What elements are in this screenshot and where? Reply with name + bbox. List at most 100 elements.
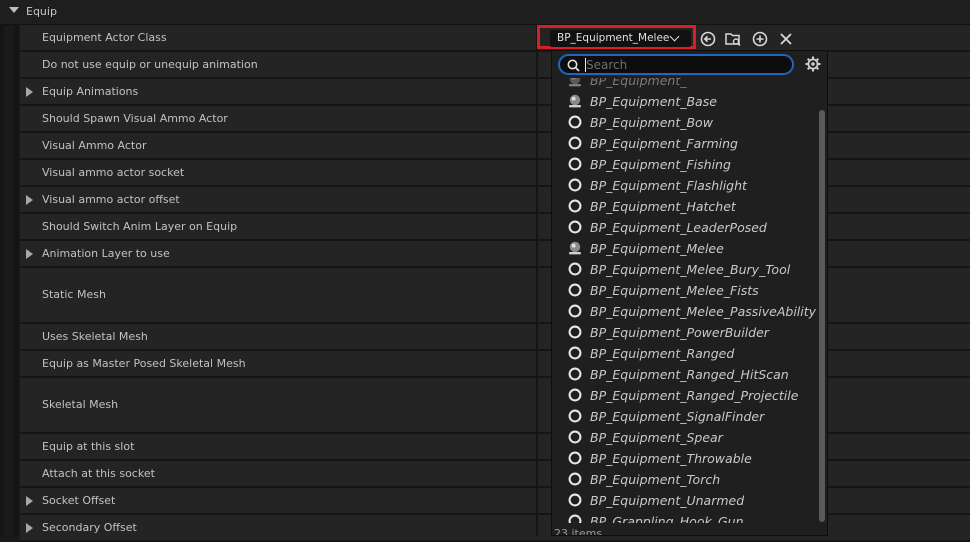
class-name: BP_Equipment_Base [590, 94, 717, 109]
section-title: Equip [26, 5, 57, 18]
class-list-item[interactable]: BP_Equipment_Melee_Fists [552, 280, 818, 301]
class-name: BP_Equipment_Unarmed [590, 493, 745, 508]
property-label: Equip as Master Posed Skeletal Mesh [42, 356, 246, 370]
blueprint-class-icon [568, 115, 582, 129]
collapse-arrow-icon[interactable] [9, 7, 19, 13]
search-placeholder: Search [586, 58, 628, 72]
class-list-item[interactable]: BP_Equipment_Bow [552, 112, 818, 133]
class-list-item[interactable]: BP_Grappling_Hook_Gun [552, 511, 818, 523]
class-name: BP_Equipment_Melee [590, 241, 724, 256]
class-list-item[interactable]: BP_Equipment_Melee [552, 238, 818, 259]
class-list-item[interactable]: BP_Equipment_SignalFinder [552, 406, 818, 427]
search-icon [567, 59, 580, 72]
item-count: 23 items [554, 527, 603, 536]
property-label: Attach at this socket [42, 466, 155, 480]
class-list-item[interactable]: BP_Equipment_Ranged [552, 343, 818, 364]
indent-guide [14, 24, 19, 536]
text-caret [585, 58, 586, 72]
property-label: Equipment Actor Class [42, 30, 167, 44]
class-picker-dropdown: Search BP_Equipment_ BP_Equipment_Base BP_… [551, 50, 828, 536]
property-label: Secondary Offset [42, 520, 137, 534]
blueprint-class-icon [568, 409, 582, 423]
expand-arrow-icon[interactable] [26, 495, 33, 506]
browse-folder-icon[interactable] [724, 30, 742, 48]
class-name: BP_Equipment_Melee_Bury_Tool [590, 262, 791, 277]
class-list: BP_Equipment_ BP_Equipment_Base BP_Equipme… [552, 78, 818, 523]
chevron-down-icon [669, 31, 680, 42]
blueprint-class-icon [568, 430, 582, 444]
class-list-item[interactable]: BP_Equipment_Hatchet [552, 196, 818, 217]
property-label: Should Switch Anim Layer on Equip [42, 219, 238, 233]
blueprint-class-icon [568, 157, 582, 171]
blueprint-class-icon [568, 178, 582, 192]
property-label: Visual ammo actor socket [42, 165, 185, 179]
class-list-item[interactable]: BP_Equipment_ [552, 78, 818, 91]
blueprint-class-icon [568, 283, 582, 297]
class-name: BP_Equipment_Fishing [590, 157, 731, 172]
blueprint-class-icon [568, 136, 582, 150]
class-name: BP_Equipment_Flashlight [590, 178, 747, 193]
blueprint-class-icon [568, 346, 582, 360]
scrollbar-thumb[interactable] [819, 110, 825, 522]
class-list-item[interactable]: BP_Equipment_Melee_Bury_Tool [552, 259, 818, 280]
class-name: BP_Equipment_Torch [590, 472, 721, 487]
blueprint-base-class-icon [568, 78, 582, 87]
blueprint-class-icon [568, 304, 582, 318]
use-selected-icon[interactable] [699, 30, 717, 48]
class-list-item[interactable]: BP_Equipment_PowerBuilder [552, 322, 818, 343]
property-label: Uses Skeletal Mesh [42, 329, 148, 343]
class-list-item[interactable]: BP_Equipment_Ranged_Projectile [552, 385, 818, 406]
class-list-item[interactable]: BP_Equipment_Spear [552, 427, 818, 448]
class-list-item[interactable]: BP_Equipment_Torch [552, 469, 818, 490]
class-name: BP_Equipment_Ranged [590, 346, 735, 361]
property-label: Skeletal Mesh [42, 398, 119, 411]
property-label: Visual Ammo Actor [42, 138, 147, 152]
property-label: Visual ammo actor offset [42, 192, 180, 206]
class-name: BP_Equipment_SignalFinder [590, 409, 765, 424]
expand-arrow-icon[interactable] [26, 194, 33, 205]
class-name: BP_Equipment_Ranged_HitScan [590, 367, 789, 382]
class-list-item[interactable]: BP_Equipment_Farming [552, 133, 818, 154]
expand-arrow-icon[interactable] [26, 522, 33, 533]
expand-arrow-icon[interactable] [26, 86, 33, 97]
section-header-equip[interactable]: Equip [0, 0, 970, 25]
class-list-item[interactable]: BP_Equipment_Throwable [552, 448, 818, 469]
class-list-item[interactable]: BP_Equipment_Base [552, 91, 818, 112]
equipment-actor-class-combo[interactable]: BP_Equipment_Melee [550, 30, 691, 47]
add-new-icon[interactable] [751, 30, 769, 48]
blueprint-class-icon [568, 262, 582, 276]
gear-icon[interactable] [804, 55, 822, 73]
combo-value: BP_Equipment_Melee [557, 32, 670, 44]
property-label: Socket Offset [42, 493, 116, 507]
blueprint-class-icon [568, 367, 582, 381]
class-name: BP_Equipment_Throwable [590, 451, 752, 466]
class-name: BP_Equipment_Farming [590, 136, 738, 151]
class-name: BP_Equipment_ [590, 78, 687, 88]
class-name: BP_Equipment_Hatchet [590, 199, 736, 214]
property-label: Equip at this slot [42, 439, 135, 453]
class-list-item[interactable]: BP_Equipment_Ranged_HitScan [552, 364, 818, 385]
blueprint-class-icon [568, 472, 582, 486]
class-name: BP_Equipment_LeaderPosed [590, 220, 767, 235]
property-label: Should Spawn Visual Ammo Actor [42, 111, 228, 125]
clear-icon[interactable] [777, 30, 795, 48]
blueprint-class-icon [568, 493, 582, 507]
class-list-item[interactable]: BP_Equipment_Melee_PassiveAbilityRe [552, 301, 818, 322]
class-list-item[interactable]: BP_Equipment_Flashlight [552, 175, 818, 196]
property-label: Equip Animations [42, 84, 139, 98]
blueprint-class-icon [568, 451, 582, 465]
blueprint-class-icon [568, 388, 582, 402]
column-splitter[interactable] [536, 24, 538, 536]
class-list-item[interactable]: BP_Equipment_LeaderPosed [552, 217, 818, 238]
class-name: BP_Grappling_Hook_Gun [590, 514, 744, 523]
blueprint-class-icon [568, 514, 582, 523]
blueprint-class-icon [568, 199, 582, 213]
blueprint-base-class-icon [568, 241, 582, 255]
class-name: BP_Equipment_Melee_PassiveAbilityRe [590, 304, 816, 319]
property-label: Do not use equip or unequip animation [42, 57, 258, 71]
search-box[interactable]: Search [558, 54, 794, 75]
expand-arrow-icon[interactable] [26, 248, 33, 259]
property-row[interactable]: Equipment Actor Class [20, 25, 970, 52]
class-list-item[interactable]: BP_Equipment_Unarmed [552, 490, 818, 511]
class-list-item[interactable]: BP_Equipment_Fishing [552, 154, 818, 175]
